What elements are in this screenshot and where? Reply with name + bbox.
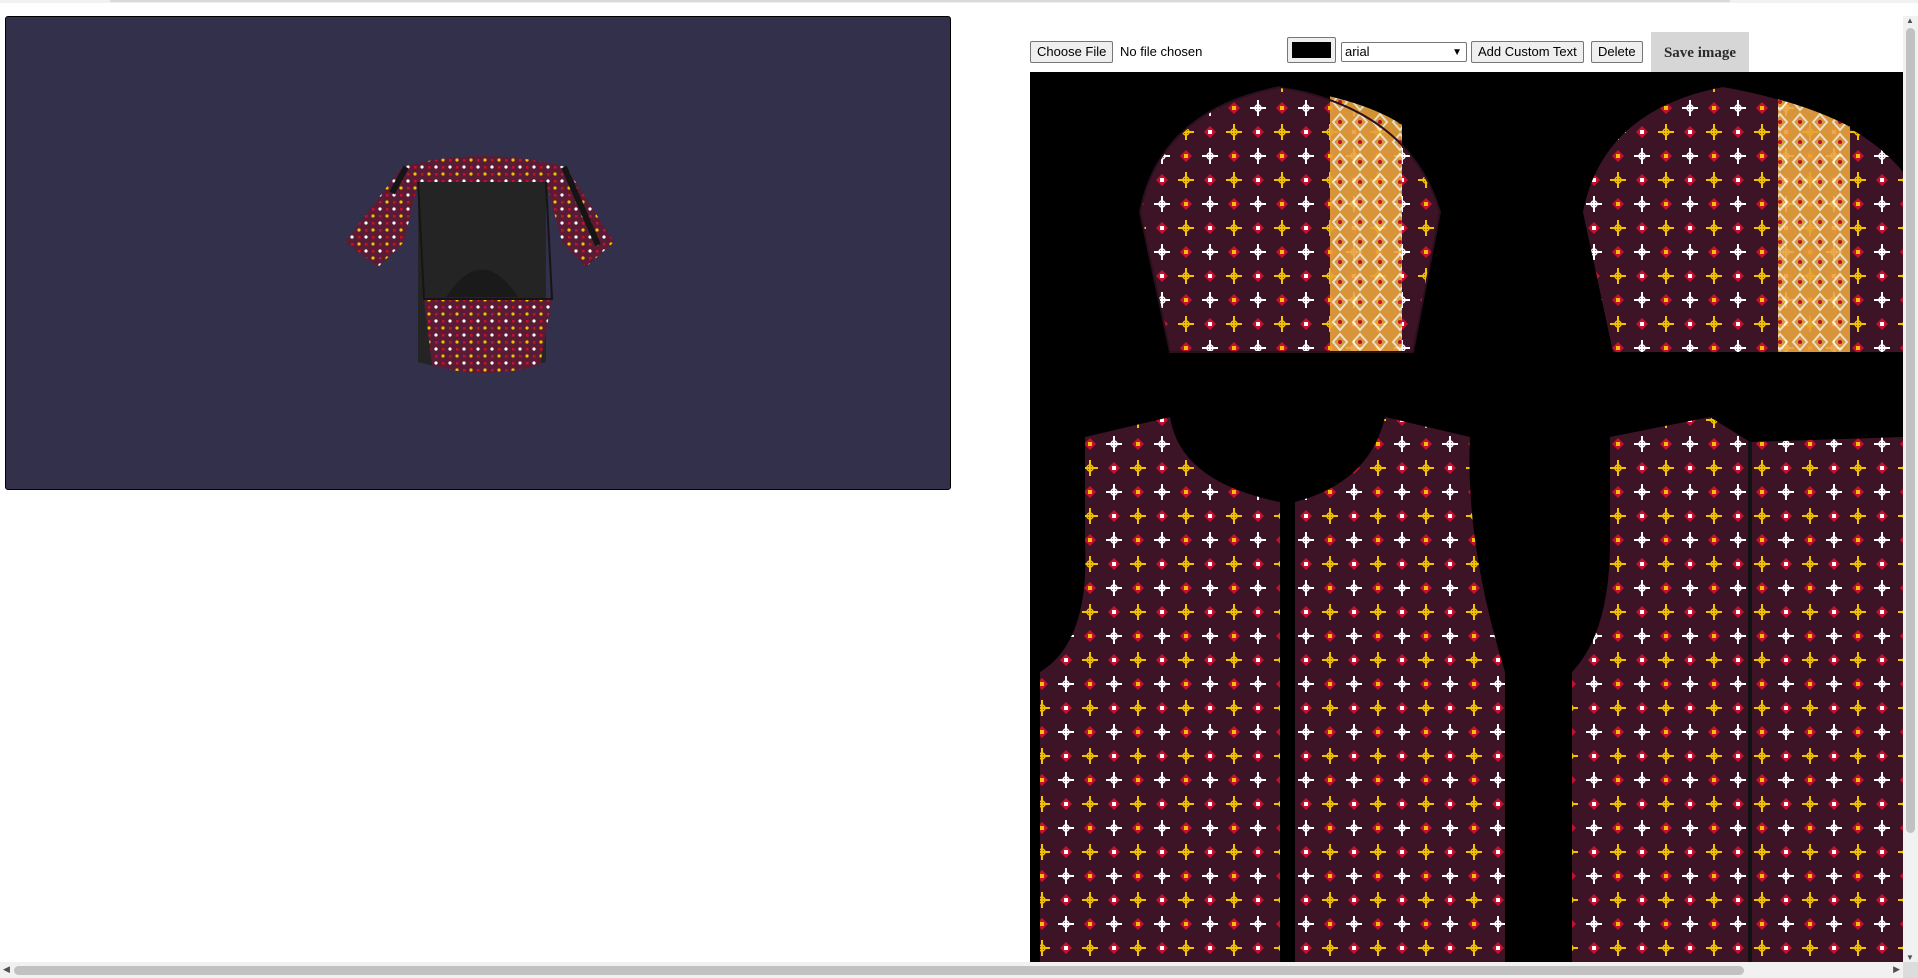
chevron-down-icon: ▼ (1452, 47, 1462, 58)
file-status-label: No file chosen (1120, 44, 1203, 59)
vertical-scrollbar[interactable]: ▲ ▼ (1903, 16, 1918, 962)
color-swatch (1292, 42, 1331, 58)
scrollbar-corner (1903, 962, 1918, 978)
scroll-right-icon[interactable]: ▶ (1893, 964, 1900, 975)
scroll-up-icon[interactable]: ▲ (1906, 16, 1914, 25)
choose-file-button[interactable]: Choose File (1030, 41, 1114, 63)
texture-pattern-layout (1040, 72, 1903, 962)
text-color-picker[interactable] (1287, 37, 1336, 63)
horizontal-scroll-thumb[interactable] (14, 966, 1744, 975)
save-image-button[interactable]: Save image (1651, 32, 1749, 72)
font-select[interactable]: arial ▼ (1341, 42, 1467, 62)
3d-viewer[interactable] (5, 16, 951, 490)
texture-canvas[interactable] (1030, 72, 1903, 962)
shirt-model (345, 156, 614, 373)
scroll-left-icon[interactable]: ◀ (3, 964, 10, 975)
add-custom-text-button[interactable]: Add Custom Text (1471, 41, 1584, 63)
vertical-scroll-thumb[interactable] (1906, 28, 1915, 833)
browser-top-strip (0, 0, 1918, 3)
horizontal-scrollbar[interactable]: ◀ ▶ (0, 962, 1903, 978)
delete-button[interactable]: Delete (1591, 41, 1643, 63)
font-select-value: arial (1345, 44, 1370, 59)
scroll-down-icon[interactable]: ▼ (1906, 953, 1914, 962)
